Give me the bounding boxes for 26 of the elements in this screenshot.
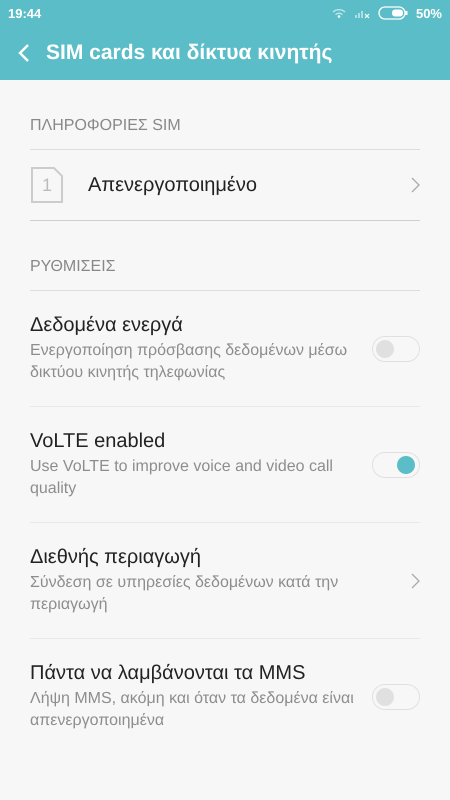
section-header: ΡΥΘΜΙΣΕΙΣ: [30, 221, 420, 291]
settings-row[interactable]: VoLTE enabled Use VoLTE to improve voice and video call quality: [30, 407, 420, 523]
setting-description: Ενεργοποίηση πρόσβασης δεδομένων μέσω δικτύου κινητής τηλεφωνίας: [30, 340, 348, 382]
toggle-switch[interactable]: [372, 452, 420, 478]
chevron-icon: [410, 572, 420, 588]
settings-row[interactable]: Πάντα να λαμβάνονται τα MMS Λήψη MMS, ακόμη και όταν τα δεδομένα είναι απενεργοποιημένα: [30, 639, 420, 755]
settings-row[interactable]: Διεθνής περιαγωγή Σύνδεση σε υπηρεσίες δεδομένων κατά την περιαγωγή: [30, 523, 420, 639]
sim-status: Απενεργοποιημένο: [88, 174, 258, 196]
setting-title: VoLTE enabled: [30, 430, 166, 453]
status-time: 19:44: [8, 6, 42, 20]
chevron-icon: [410, 177, 420, 193]
sim-row[interactable]: 1 Απενεργοποιημένο: [30, 150, 420, 221]
sim-card-icon: 1: [30, 166, 64, 204]
setting-description: Σύνδεση σε υπηρεσίες δεδομένων κατά την περιαγωγή: [30, 572, 340, 614]
battery-percent: 50%: [416, 6, 442, 20]
setting-title: Πάντα να λαμβάνονται τα MMS: [30, 662, 306, 686]
section-header: ΠΛΗΡΟΦΟΡΙΕΣ SIM: [30, 80, 420, 150]
setting-description: Use VoLTE to improve voice and video call quality: [30, 456, 334, 498]
screen-title: SIM cards και δίκτυα κινητής: [46, 41, 332, 65]
setting-description: Λήψη MMS, ακόμη και όταν τα δεδομένα είναι απενεργοποιημένα: [30, 689, 355, 731]
setting-title: Διεθνής περιαγωγή: [30, 546, 202, 569]
battery-icon: [378, 6, 408, 20]
wifi-icon: [332, 8, 346, 18]
back-button[interactable]: [18, 43, 30, 63]
settings-row[interactable]: Δεδομένα ενεργά Ενεργοποίηση πρόσβασης δεδομένων μέσω δικτύου κινητής τηλεφωνίας: [30, 291, 420, 407]
setting-title: Δεδομένα ενεργά: [30, 314, 184, 337]
